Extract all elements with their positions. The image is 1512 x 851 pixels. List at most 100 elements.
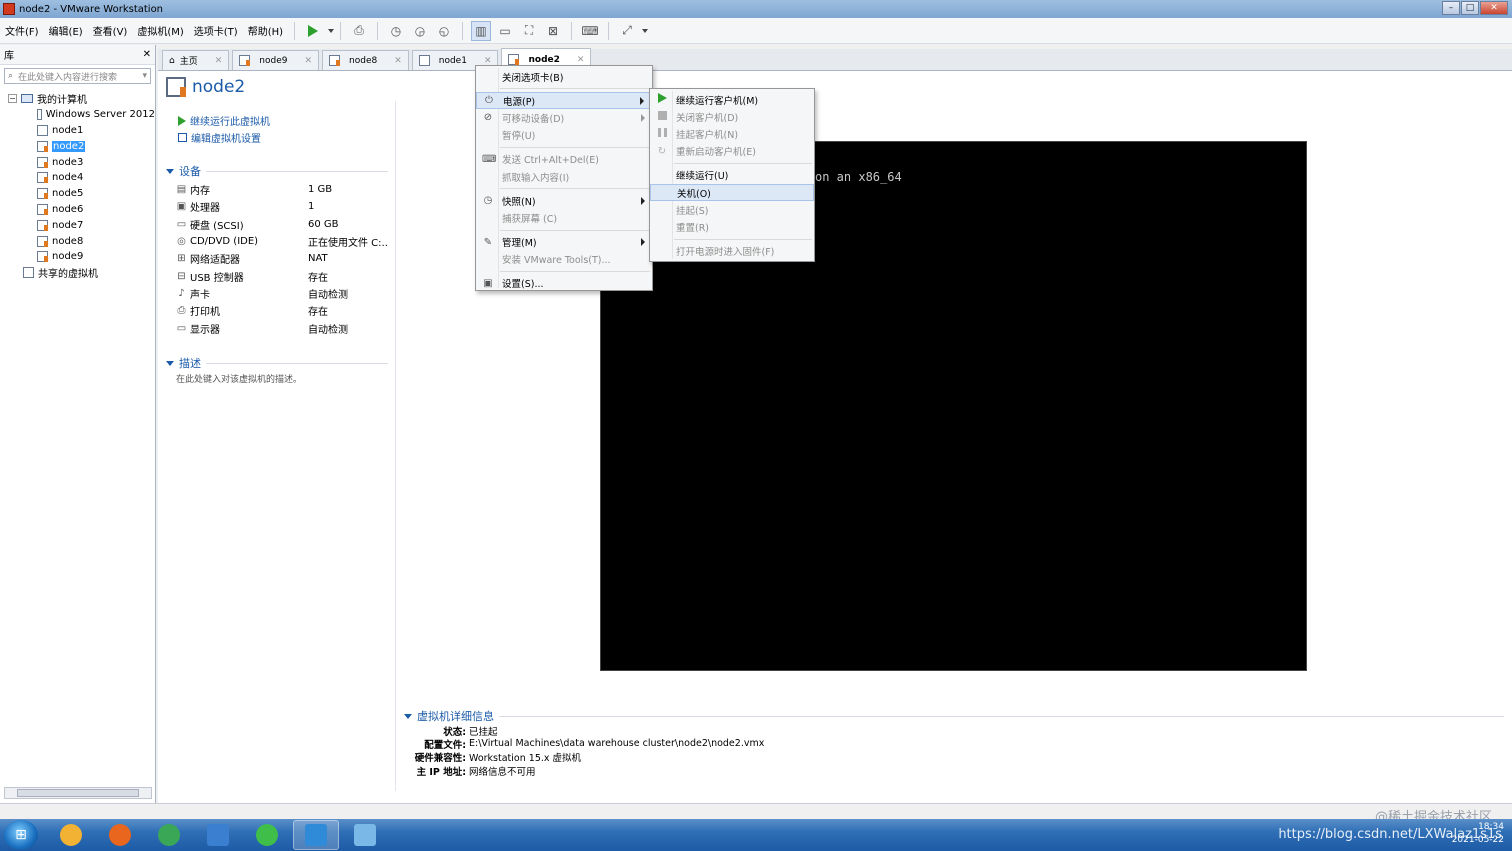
device-row-sound[interactable]: ♪ 声卡 自动检测 xyxy=(176,285,388,302)
menu-file[interactable]: 文件(F) xyxy=(0,23,44,38)
menu-item-snapshot[interactable]: ◷ 快照(N) xyxy=(476,192,652,209)
tree-item-node7[interactable]: node7 xyxy=(0,217,155,233)
menu-item-suspend-guest[interactable]: 挂起客户机(N) xyxy=(650,125,814,142)
scrollbar-thumb[interactable] xyxy=(17,789,139,797)
minimize-button[interactable]: – xyxy=(1442,1,1460,15)
tree-item-node6[interactable]: node6 xyxy=(0,202,155,218)
tree-label: node1 xyxy=(52,124,84,136)
tab-node8[interactable]: node8 ✕ xyxy=(322,50,409,70)
snapshot-icon: ◷ xyxy=(483,195,493,207)
tab-close-icon[interactable]: ✕ xyxy=(394,56,402,66)
menu-item-power[interactable]: ⏻ 电源(P) xyxy=(476,92,652,110)
tab-close-icon[interactable]: ✕ xyxy=(484,56,492,66)
menu-item-resume[interactable]: 继续运行(U) xyxy=(650,167,814,184)
menu-item-capture-screen[interactable]: 捕获屏幕 (C) xyxy=(476,209,652,226)
device-row-disk[interactable]: ▭ 硬盘 (SCSI) 60 GB xyxy=(176,216,388,233)
edit-vm-settings-link[interactable]: 编辑虚拟机设置 xyxy=(178,129,270,146)
taskbar-wechat[interactable] xyxy=(244,820,290,850)
console-text: on an x86_64 xyxy=(815,170,902,184)
menu-item-reset[interactable]: 重置(R) xyxy=(650,218,814,235)
collapse-icon xyxy=(166,360,174,366)
menu-item-install-vmware-tools[interactable]: 安装 VMware Tools(T)... xyxy=(476,251,652,268)
menu-item-close-tab[interactable]: 关闭选项卡(B) xyxy=(476,68,652,85)
menu-item-pause[interactable]: 暂停(U) xyxy=(476,127,652,144)
menu-view[interactable]: 查看(V) xyxy=(88,23,133,38)
menu-item-removable-devices[interactable]: ⊘ 可移动设备(D) xyxy=(476,109,652,126)
description-section-toggle[interactable]: 描述 xyxy=(166,355,388,371)
thumbnail-bar-icon[interactable]: ▭ xyxy=(495,21,515,41)
close-window-button[interactable]: ✕ xyxy=(1480,1,1508,15)
taskbar-media[interactable] xyxy=(342,820,388,850)
console-view-icon[interactable]: ⌨ xyxy=(580,21,600,41)
tree-item-node1[interactable]: node1 xyxy=(0,123,155,139)
menu-item-suspend[interactable]: 挂起(S) xyxy=(650,201,814,218)
device-row-cpu[interactable]: ▣ 处理器 1 xyxy=(176,198,388,215)
tree-item-windows-server-2012[interactable]: Windows Server 2012 xyxy=(0,107,155,123)
start-button[interactable]: ⊞ xyxy=(4,820,38,850)
device-row-memory[interactable]: ▤ 内存 1 GB xyxy=(176,181,388,198)
taskbar-explorer[interactable] xyxy=(48,820,94,850)
stretch-dropdown-icon[interactable] xyxy=(642,28,649,33)
revert-snapshot-icon[interactable]: ◶ xyxy=(410,21,430,41)
tree-node-my-computer[interactable]: − 我的计算机 xyxy=(0,91,155,107)
menu-item-settings[interactable]: ▣ 设置(S)... xyxy=(476,275,652,292)
tab-close-icon[interactable]: ✕ xyxy=(304,56,312,66)
menu-item-power-on-to-firmware[interactable]: 打开电源时进入固件(F) xyxy=(650,243,814,260)
description-input[interactable]: 在此处键入对该虚拟机的描述。 xyxy=(176,372,302,385)
tree-item-node2[interactable]: node2 xyxy=(0,138,155,154)
tree-item-node3[interactable]: node3 xyxy=(0,154,155,170)
device-row-usb[interactable]: ⊟ USB 控制器 存在 xyxy=(176,267,388,284)
tree-node-shared-vms[interactable]: 共享的虚拟机 xyxy=(0,265,155,281)
detail-key: 主 IP 地址: xyxy=(416,766,466,778)
library-close-icon[interactable]: ✕ xyxy=(143,49,151,60)
resume-vm-link[interactable]: 继续运行此虚拟机 xyxy=(178,112,270,129)
menu-item-shutdown-guest[interactable]: 关闭客户机(D) xyxy=(650,108,814,125)
power-dropdown-icon[interactable] xyxy=(328,28,335,33)
menu-item-restart-guest[interactable]: ↻ 重新启动客户机(E) xyxy=(650,143,814,160)
maximize-button[interactable]: □ xyxy=(1461,1,1479,15)
tab-node9[interactable]: node9 ✕ xyxy=(232,50,320,70)
tree-item-node8[interactable]: node8 xyxy=(0,233,155,249)
menu-item-grab-input[interactable]: 抓取输入内容(I) xyxy=(476,168,652,185)
taskbar-vmware[interactable] xyxy=(293,820,339,850)
chevron-down-icon[interactable]: ▾ xyxy=(142,71,147,81)
device-row-display[interactable]: ▭ 显示器 自动检测 xyxy=(176,319,388,336)
vm-suspended-icon xyxy=(37,188,48,200)
taskbar-firefox[interactable] xyxy=(97,820,143,850)
device-row-printer[interactable]: ⎙ 打印机 存在 xyxy=(176,302,388,319)
snapshot-icon[interactable]: ◷ xyxy=(386,21,406,41)
menu-help[interactable]: 帮助(H) xyxy=(243,23,288,38)
section-title: 描述 xyxy=(179,357,201,370)
taskbar-teamviewer[interactable] xyxy=(195,820,241,850)
tree-item-node9[interactable]: node9 xyxy=(0,249,155,265)
unity-icon[interactable]: ⊠ xyxy=(543,21,563,41)
power-on-button[interactable] xyxy=(303,21,323,41)
collapse-icon[interactable]: − xyxy=(8,94,17,104)
tab-home[interactable]: ⌂ 主页 ✕ xyxy=(162,50,230,70)
tab-close-icon[interactable]: ✕ xyxy=(577,55,585,65)
vm-details-section-toggle[interactable]: 虚拟机详细信息 xyxy=(404,708,1504,724)
device-row-cd[interactable]: ◎ CD/DVD (IDE) 正在使用文件 C:... xyxy=(176,233,388,250)
library-horizontal-scrollbar[interactable] xyxy=(4,787,152,799)
system-clock[interactable]: 18:34 2021-05-22 xyxy=(1452,821,1504,847)
menu-edit[interactable]: 编辑(E) xyxy=(44,23,88,38)
devices-section-toggle[interactable]: 设备 xyxy=(166,163,388,179)
tab-close-icon[interactable]: ✕ xyxy=(215,56,223,66)
vm-suspended-icon xyxy=(37,203,48,215)
menu-item-send-ctrl-alt-del[interactable]: ⌨ 发送 Ctrl+Alt+Del(E) xyxy=(476,151,652,168)
menu-item-manage[interactable]: ✎ 管理(M) xyxy=(476,234,652,251)
menu-item-resume-guest[interactable]: 继续运行客户机(M) xyxy=(650,91,814,108)
snapshot-manager-icon[interactable]: ◵ xyxy=(434,21,454,41)
device-row-network[interactable]: ⊞ 网络适配器 NAT xyxy=(176,250,388,267)
taskbar-chrome[interactable] xyxy=(146,820,192,850)
stretch-icon[interactable]: ⤢ xyxy=(617,21,637,41)
fullscreen-icon[interactable]: ⛶ xyxy=(519,21,539,41)
menu-vm[interactable]: 虚拟机(M) xyxy=(132,23,188,38)
library-search-input[interactable]: ⌕ 在此处键入内容进行搜索 ▾ xyxy=(4,68,151,84)
tree-item-node5[interactable]: node5 xyxy=(0,186,155,202)
send-ctrl-alt-del-icon[interactable]: ⎙ xyxy=(349,21,369,41)
tree-item-node4[interactable]: node4 xyxy=(0,170,155,186)
show-library-icon[interactable]: ▥ xyxy=(471,20,492,41)
menu-item-power-off[interactable]: 关机(O) xyxy=(650,183,814,202)
menu-tabs[interactable]: 选项卡(T) xyxy=(189,23,243,38)
